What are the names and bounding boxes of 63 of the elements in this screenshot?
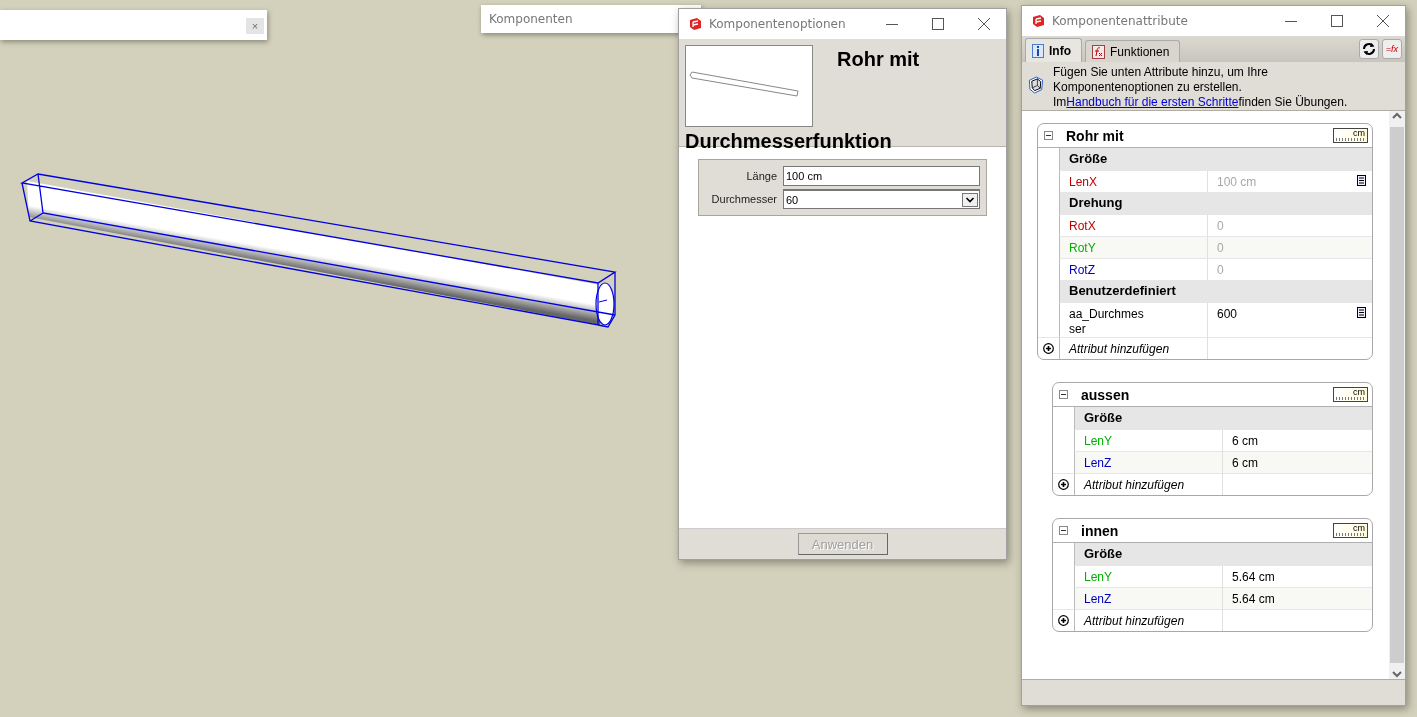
add-icon[interactable] xyxy=(1043,343,1054,354)
attribute-name: aa_Durchmesser xyxy=(1069,307,1145,337)
close-icon[interactable] xyxy=(978,18,990,30)
group-header: Größe xyxy=(1059,148,1372,170)
attribute-name: LenY xyxy=(1084,570,1113,585)
unit-selector[interactable]: cm xyxy=(1333,128,1368,143)
unit-selector[interactable]: cm xyxy=(1333,523,1368,538)
info-text: Fügen Sie unten Attribute hinzu, um Ihre Komponentenoptionen zu erstellen. ImHandbuch für die ersten Schrittefinden Sie Übungen. xyxy=(1053,65,1349,110)
attribute-value[interactable]: 6 cm xyxy=(1232,434,1258,451)
tab[interactable]: Info xyxy=(1025,38,1082,62)
maximize-icon[interactable] xyxy=(932,18,944,30)
attribute-value[interactable]: 6 cm xyxy=(1232,456,1258,473)
group-header: Drehung xyxy=(1059,192,1372,214)
attribute-name: RotZ xyxy=(1069,263,1095,278)
dropdown-field[interactable]: 60 xyxy=(783,189,980,209)
window-title: Komponentenoptionen xyxy=(709,17,846,31)
scroll-down-icon[interactable] xyxy=(1392,669,1402,679)
pipe-drawing[interactable] xyxy=(21,173,617,328)
component-name: aussen xyxy=(1080,386,1131,403)
attribute-name: RotX xyxy=(1069,219,1096,234)
add-attribute-link[interactable]: Attribut hinzufügen xyxy=(1059,337,1208,359)
attribute-name: LenX xyxy=(1069,175,1098,190)
group-header: Benutzerdefiniert xyxy=(1059,280,1372,302)
maximize-icon[interactable] xyxy=(1331,15,1343,27)
input-field[interactable]: 100 cm xyxy=(783,166,980,186)
component-name: Rohr mit xyxy=(1065,127,1125,144)
attribute-value[interactable]: 600 xyxy=(1217,307,1238,337)
handbook-link[interactable]: Handbuch für die ersten Schritte xyxy=(1066,95,1239,109)
refresh-icon xyxy=(1362,42,1376,56)
component-name: innen xyxy=(1080,522,1120,539)
collapse-icon[interactable] xyxy=(1059,526,1068,535)
logo-icon xyxy=(1031,14,1045,28)
logo-icon xyxy=(688,17,702,31)
close-button[interactable]: × xyxy=(246,18,264,34)
info-icon xyxy=(1032,43,1044,58)
add-attribute-link[interactable]: Attribut hinzufügen xyxy=(1074,473,1223,495)
unit-selector[interactable]: cm xyxy=(1333,387,1368,402)
function-icon xyxy=(1092,44,1105,59)
scroll-up-icon[interactable] xyxy=(1392,111,1402,121)
component-name: Rohr mit xyxy=(837,47,920,72)
attribute-value[interactable]: 5.64 cm xyxy=(1232,570,1275,587)
panel-title: Komponenten xyxy=(489,12,573,26)
refresh-button[interactable] xyxy=(1359,39,1379,59)
formula-button[interactable]: =fx xyxy=(1382,39,1402,59)
component-name: Durchmesserfunktion xyxy=(685,129,893,154)
attribute-name: LenY xyxy=(1084,434,1113,449)
field-label: Länge xyxy=(745,170,777,182)
group-header: Größe xyxy=(1074,407,1372,429)
close-icon[interactable] xyxy=(1377,15,1389,27)
attribute-name: RotY xyxy=(1069,241,1096,256)
tab[interactable]: Funktionen xyxy=(1085,40,1181,62)
collapse-icon[interactable] xyxy=(1044,131,1053,140)
add-attribute-link[interactable]: Attribut hinzufügen xyxy=(1074,609,1223,631)
field-label: Durchmesser xyxy=(710,193,777,205)
attribute-name: LenZ xyxy=(1084,456,1112,471)
add-icon[interactable] xyxy=(1058,615,1069,626)
formula-icon[interactable] xyxy=(1357,307,1366,318)
window-title: Komponentenattribute xyxy=(1052,14,1188,28)
attribute-name: LenZ xyxy=(1084,592,1112,607)
add-icon[interactable] xyxy=(1058,479,1069,490)
scrollbar[interactable] xyxy=(1389,111,1405,679)
collapse-icon[interactable] xyxy=(1059,390,1068,399)
group-header: Größe xyxy=(1074,543,1372,565)
